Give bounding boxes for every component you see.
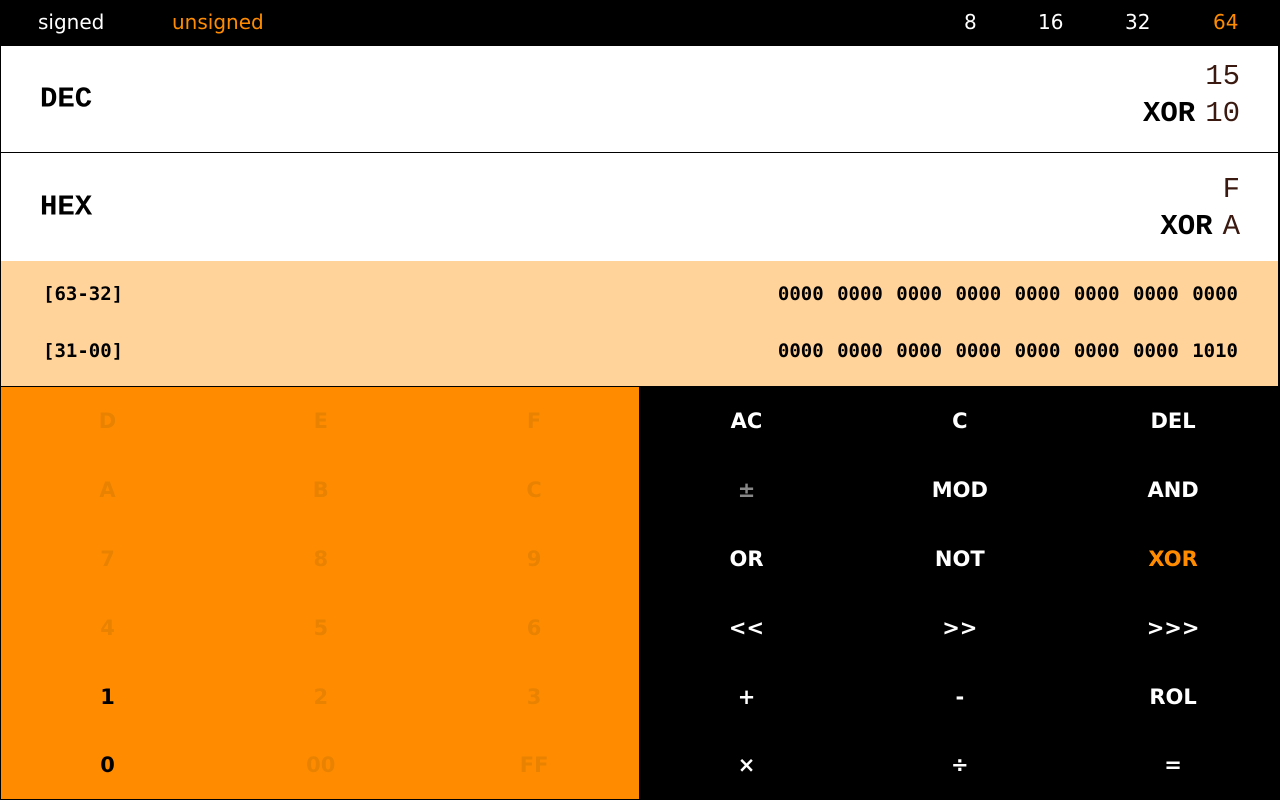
digit-key[interactable]: 4	[1, 593, 214, 662]
width-16-button[interactable]: 16	[1038, 10, 1063, 34]
operator-key[interactable]: NOT	[853, 525, 1066, 594]
width-8-button[interactable]: 8	[964, 10, 977, 34]
width-64-button[interactable]: 64	[1213, 10, 1238, 34]
digit-key[interactable]: 5	[214, 593, 427, 662]
binary-display: [63-32] 0000 0000 0000 0000 0000 0000 00…	[0, 261, 1280, 387]
dec-operator: XOR	[1142, 97, 1196, 130]
width-32-button[interactable]: 32	[1125, 10, 1150, 34]
digit-key[interactable]: 3	[428, 662, 641, 731]
operator-key[interactable]: ×	[640, 731, 853, 800]
operator-key[interactable]: XOR	[1067, 525, 1280, 594]
operator-key[interactable]: >>>	[1067, 593, 1280, 662]
dec-display: DEC 15 XOR 10	[0, 45, 1280, 153]
digit-keypad: D E F A B C 7 8 9 4 5 6 1 2 3 0 00 FF	[0, 387, 640, 800]
operator-keypad: AC C DEL ± MOD AND OR NOT XOR << >> >>> + - ROL × ÷ =	[640, 387, 1280, 800]
unsigned-mode-button[interactable]: unsigned	[172, 10, 264, 34]
signed-mode-button[interactable]: signed	[38, 10, 104, 34]
binary-row-low: [31-00] 0000 0000 0000 0000 0000 0000 00…	[43, 340, 1238, 364]
hex-expression: F XOR A	[1160, 171, 1240, 245]
digit-key[interactable]: FF	[428, 731, 641, 800]
operator-key[interactable]: AC	[640, 387, 853, 456]
digit-key[interactable]: 0	[1, 731, 214, 800]
dec-operand1: 15	[1205, 60, 1240, 93]
operator-key[interactable]: >>	[853, 593, 1066, 662]
operator-key[interactable]: +	[640, 662, 853, 731]
bits-value[interactable]: 0000 0000 0000 0000 0000 0000 0000 1010	[778, 340, 1238, 362]
operator-key[interactable]: <<	[640, 593, 853, 662]
hex-operator: XOR	[1160, 210, 1213, 243]
operator-key[interactable]: MOD	[853, 456, 1066, 525]
dec-label: DEC	[40, 82, 93, 116]
digit-key[interactable]: 8	[214, 525, 427, 594]
hex-operand2: A	[1222, 210, 1240, 243]
operator-key[interactable]: OR	[640, 525, 853, 594]
operator-key[interactable]: C	[853, 387, 1066, 456]
operator-key[interactable]: ±	[640, 456, 853, 525]
operator-key[interactable]: =	[1067, 731, 1280, 800]
hex-label: HEX	[40, 190, 93, 224]
hex-display: HEX F XOR A	[0, 152, 1280, 262]
binary-row-high: [63-32] 0000 0000 0000 0000 0000 0000 00…	[43, 283, 1238, 307]
digit-key[interactable]: 00	[214, 731, 427, 800]
digit-key[interactable]: B	[214, 456, 427, 525]
digit-key[interactable]: 1	[1, 662, 214, 731]
operator-key[interactable]: ROL	[1067, 662, 1280, 731]
digit-key[interactable]: D	[1, 387, 214, 456]
bit-range-label: [31-00]	[43, 340, 124, 362]
digit-key[interactable]: 9	[428, 525, 641, 594]
dec-expression: 15 XOR 10	[1143, 58, 1240, 132]
operator-key[interactable]: DEL	[1067, 387, 1280, 456]
top-bar: signed unsigned 8 16 32 64	[0, 0, 1280, 45]
digit-key[interactable]: C	[428, 456, 641, 525]
bit-range-label: [63-32]	[43, 283, 124, 305]
operator-key[interactable]: AND	[1067, 456, 1280, 525]
hex-operand1: F	[1222, 173, 1240, 206]
digit-key[interactable]: E	[214, 387, 427, 456]
digit-key[interactable]: 2	[214, 662, 427, 731]
digit-key[interactable]: A	[1, 456, 214, 525]
digit-key[interactable]: 6	[428, 593, 641, 662]
digit-key[interactable]: 7	[1, 525, 214, 594]
dec-operand2: 10	[1205, 97, 1240, 130]
bits-value[interactable]: 0000 0000 0000 0000 0000 0000 0000 0000	[778, 283, 1238, 305]
digit-key[interactable]: F	[428, 387, 641, 456]
operator-key[interactable]: -	[853, 662, 1066, 731]
operator-key[interactable]: ÷	[853, 731, 1066, 800]
